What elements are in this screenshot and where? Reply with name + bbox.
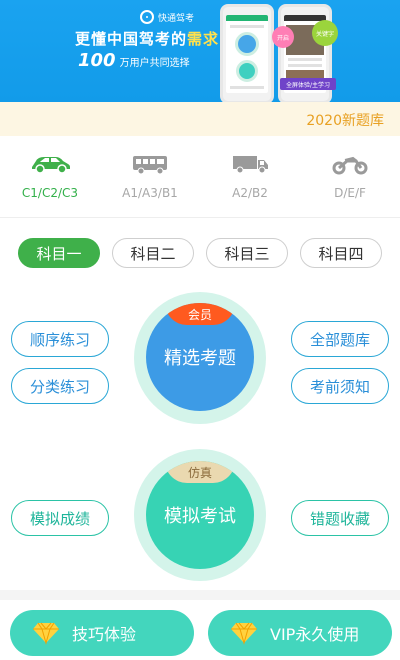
category-a2-b2[interactable]: A2/B2 [200, 150, 300, 210]
exam-notes-button[interactable]: 考前须知 [291, 368, 389, 404]
bus-icon [100, 150, 200, 178]
category-label: A2/B2 [232, 186, 268, 200]
section-divider [0, 590, 400, 600]
diamond-icon [230, 621, 258, 645]
app-screen: { "banner": { "brand": "快通驾考", "headline… [0, 0, 400, 660]
mock-exam-circle[interactable]: 仿真 模拟考试 [146, 461, 254, 569]
motorcycle-icon [300, 150, 400, 178]
tab-subject-3[interactable]: 科目三 [206, 238, 288, 268]
category-label: D/E/F [334, 186, 366, 200]
bubble-badge: 开启 [272, 26, 294, 48]
tab-subject-2[interactable]: 科目二 [112, 238, 194, 268]
truck-icon [200, 150, 300, 178]
phone-mockup-left [220, 4, 274, 102]
mock-exam-title: 模拟考试 [164, 506, 236, 527]
category-d-e-f[interactable]: D/E/F [300, 150, 400, 210]
brand-name: 快通驾考 [158, 13, 195, 24]
category-label: C1/C2/C3 [21, 186, 79, 200]
category-c1-c2-c3[interactable]: C1/C2/C3 [0, 150, 100, 210]
tab-subject-1[interactable]: 科目一 [18, 238, 100, 268]
tips-experience-button[interactable]: 技巧体验 [10, 610, 194, 656]
sequential-practice-button[interactable]: 顺序练习 [11, 321, 109, 357]
tips-experience-label: 技巧体验 [72, 625, 137, 644]
vip-forever-button[interactable]: VIP永久使用 [208, 610, 392, 656]
member-badge: 会员 [165, 303, 235, 325]
category-a1-a3-b1[interactable]: A1/A3/B1 [100, 150, 200, 210]
selected-questions-circle[interactable]: 会员 精选考题 [146, 303, 254, 411]
tab-subject-4[interactable]: 科目四 [300, 238, 382, 268]
vip-forever-label: VIP永久使用 [270, 625, 360, 644]
promo-banner[interactable]: 快通驾考 更懂中国驾考的需求 100 万用户共同选择 开启 关键字 全屏体验/主… [0, 0, 400, 102]
banner-subline: 100 万用户共同选择 [78, 50, 190, 71]
banner-headline: 更懂中国驾考的需求 [75, 30, 220, 48]
brand-logo: 快通驾考 [140, 10, 194, 24]
subject-tabs: 科目一 科目二 科目三 科目四 [0, 238, 400, 270]
bubble-badge: 关键字 [312, 20, 338, 46]
mock-scores-button[interactable]: 模拟成绩 [11, 500, 109, 536]
category-practice-button[interactable]: 分类练习 [11, 368, 109, 404]
simulation-badge: 仿真 [165, 461, 235, 483]
question-bank-label: 2020新题库 [306, 113, 384, 129]
all-questions-button[interactable]: 全部题库 [291, 321, 389, 357]
license-category-bar: C1/C2/C3 A1/A3/B1 A2/B2 D/E/F [0, 150, 400, 210]
question-bank-strip[interactable]: 2020新题库 [0, 102, 400, 136]
steering-wheel-icon [140, 10, 154, 24]
mockup-label: 全屏体验/主学习 [280, 78, 336, 90]
car-icon [0, 150, 100, 178]
divider [0, 217, 400, 218]
category-label: A1/A3/B1 [122, 186, 178, 200]
selected-questions-title: 精选考题 [164, 348, 236, 369]
diamond-icon [32, 621, 60, 645]
wrong-questions-button[interactable]: 错题收藏 [291, 500, 389, 536]
